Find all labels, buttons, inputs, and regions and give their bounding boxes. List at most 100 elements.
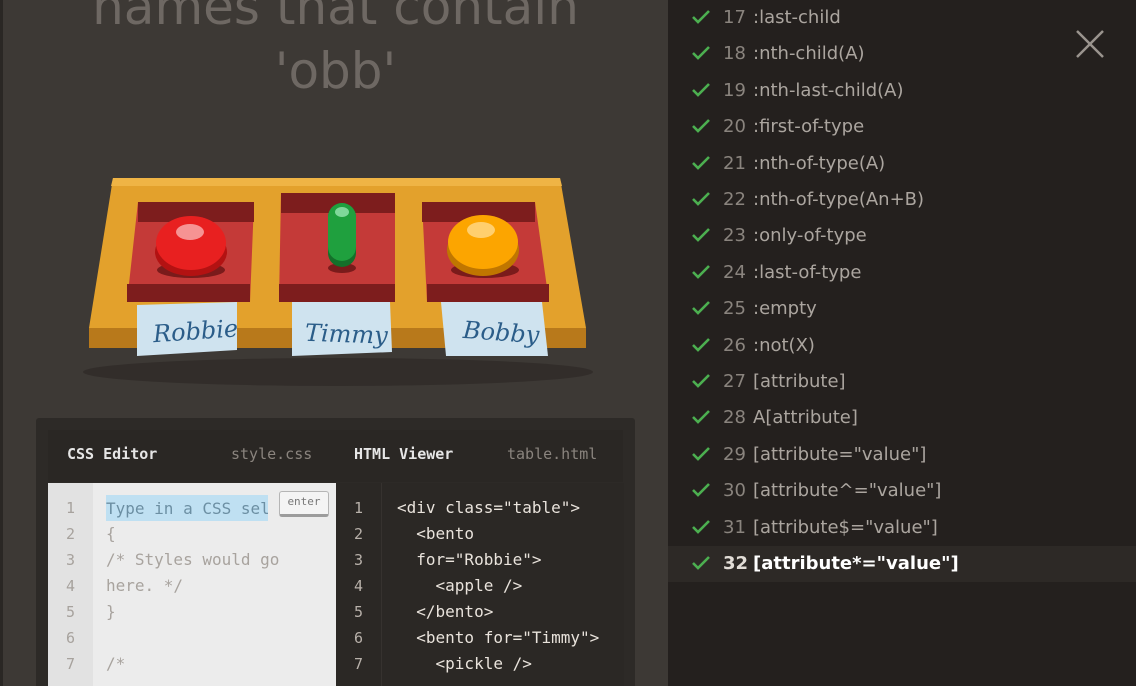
html-code-line[interactable]: <apple /> [397,573,523,599]
level-item-27[interactable]: 27 [attribute] [668,364,1136,400]
level-item-17[interactable]: 17:last-child [668,0,1136,36]
css-code-line: here. */ [106,576,184,595]
level-selector-name: A[attribute] [753,407,858,429]
level-number: 32 [723,553,749,574]
html-viewer: 1 2 3 4 5 6 7 <div class="table"> <bento… [336,483,624,686]
level-selector-name: [attribute*="value"] [753,553,959,574]
line-number: 4 [65,577,76,595]
level-number: 30 [723,480,746,502]
checkmark-icon [692,483,710,498]
html-file-name: table.html [507,445,598,463]
level-item-21[interactable]: 21:nth-of-type(A) [668,146,1136,182]
level-number: 29 [723,443,746,465]
checkmark-icon [692,556,710,570]
line-number: 3 [353,551,364,569]
checkmark-icon [692,301,710,316]
checkmark-icon [692,337,710,352]
css-code-line: } [106,602,116,621]
level-selector-name: [attribute^="value"] [753,480,942,502]
css-code-line: /* [106,654,126,673]
level-number: 25 [723,298,746,320]
level-selector-name: :last-of-type [753,261,862,283]
level-item-28[interactable]: 28 A[attribute] [668,400,1136,436]
line-number: 1 [65,499,76,517]
name-tag-robbie-text: Robbie [151,314,239,348]
level-selector-name: :nth-child(A) [753,43,865,65]
level-selector-name: :nth-last-child(A) [753,79,904,101]
html-code-line[interactable]: <bento [397,521,474,547]
level-number: 24 [723,261,746,283]
level-selector-name: :last-child [753,7,841,28]
level-number: 22 [723,189,746,210]
html-code-line[interactable]: <div class="table"> [397,495,580,521]
level-number: 26 [723,334,746,356]
level-item-19[interactable]: 19:nth-last-child(A) [668,73,1136,109]
level-item-24[interactable]: 24 :last-of-type [668,255,1136,291]
name-tag-robbie: Robbie [137,302,239,356]
html-code-line[interactable]: for="Robbie"> [397,547,541,573]
level-item-30[interactable]: 30 [attribute^="value"] [668,473,1136,509]
checkmark-icon [692,446,710,461]
checkmark-icon [692,264,710,279]
checkmark-icon [692,119,710,134]
checkmark-icon [692,155,710,170]
level-item-31[interactable]: 31 [attribute$="value"] [668,510,1136,546]
checkmark-icon [692,10,710,24]
level-item-23[interactable]: 23 :only-of-type [668,218,1136,254]
checkmark-icon [692,192,710,206]
level-item-32[interactable]: 32 [attribute*="value"] [668,546,1136,582]
line-number: 5 [65,603,76,621]
css-editor-title: CSS Editor [67,445,158,463]
editor-header: CSS Editor style.css HTML Viewer table.h… [48,430,623,482]
name-tag-bobby: Bobby [441,302,548,356]
level-item-29[interactable]: 29 [attribute="value"] [668,437,1136,473]
level-menu: 17:last-child 18 :nth-child(A) 19:nth-last-… [668,0,1136,686]
level-number: 28 [723,407,746,429]
level-selector-name: :first-of-type [753,116,865,138]
level-item-25[interactable]: 25 :empty [668,291,1136,327]
level-selector-name: :only-of-type [753,225,867,247]
level-number: 20 [723,116,746,138]
level-item-20[interactable]: 20 :first-of-type [668,109,1136,145]
line-number: 7 [65,655,76,673]
html-code-line[interactable]: <pickle /> [397,651,532,677]
css-code-line: /* Styles would go [106,550,280,569]
apple-icon [155,216,227,276]
line-number: 1 [353,499,364,517]
html-viewer-title: HTML Viewer [354,445,454,463]
level-item-22[interactable]: 22:nth-of-type(An+B) [668,182,1136,218]
css-file-name: style.css [231,445,313,463]
name-tag-timmy-text: Timmy [305,319,389,350]
level-item-26[interactable]: 26 :not(X) [668,328,1136,364]
level-selector-name: [attribute="value"] [753,443,927,465]
bento-table: Robbie Timmy Bobby [83,178,593,386]
level-selector-name: :empty [753,298,817,320]
level-number: 18 [723,43,746,65]
level-number: 23 [723,225,746,247]
level-number: 21 [723,152,746,174]
checkmark-icon [692,519,710,534]
css-code-line: { [106,524,116,543]
css-selector-input[interactable] [106,495,268,521]
level-item-18[interactable]: 18 :nth-child(A) [668,36,1136,72]
checkmark-icon [692,82,710,97]
level-selector-name: [attribute$="value"] [753,516,938,538]
line-number: 4 [353,577,364,595]
checkmark-icon [692,410,710,425]
html-code-line[interactable]: </bento> [397,599,493,625]
line-number: 6 [353,629,364,647]
enter-button[interactable]: enter [279,491,329,517]
line-number: 7 [353,655,364,673]
line-number: 6 [65,629,76,647]
window-edge [0,0,3,686]
line-number: 2 [65,525,76,543]
level-selector-name: [attribute] [753,371,846,392]
name-tag-timmy: Timmy [292,302,392,356]
level-number: 31 [723,516,746,538]
game-area: names that contain 'obb' Robbie Timmy Bo… [3,0,668,686]
orange-icon [447,215,519,276]
level-selector-name: :not(X) [753,334,815,356]
line-number: 3 [65,551,76,569]
html-code-line[interactable]: <bento for="Timmy"> [397,625,599,651]
line-number: 5 [353,603,364,621]
